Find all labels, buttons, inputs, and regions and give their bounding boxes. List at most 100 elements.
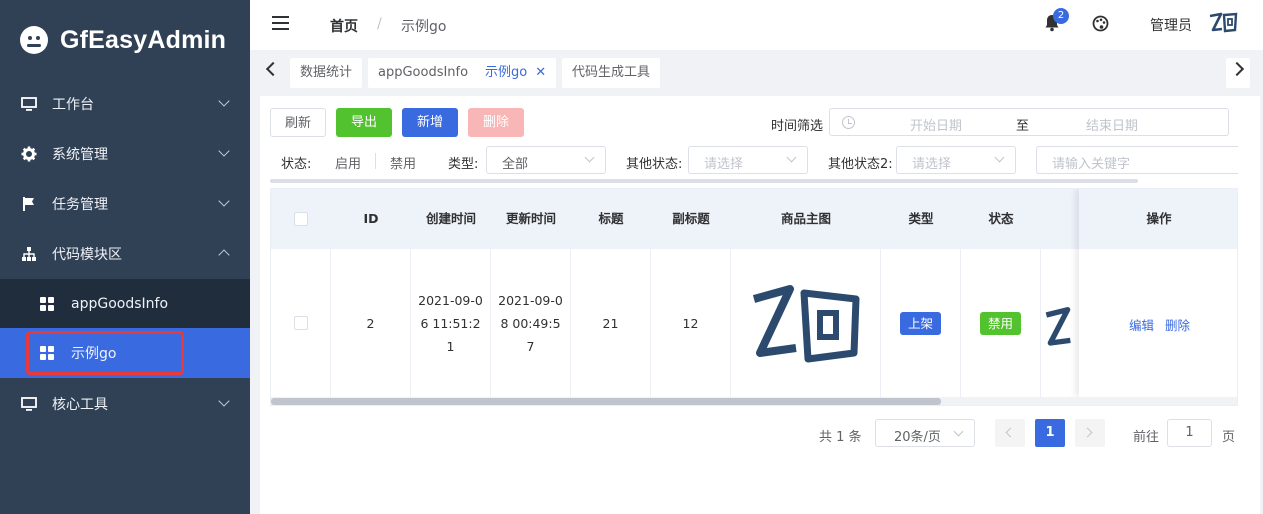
sidebar-item-label: 系统管理 bbox=[52, 147, 108, 163]
app-title: GfEasyAdmin bbox=[60, 25, 227, 54]
pagination-total: 共 1 条 bbox=[819, 430, 862, 445]
breadcrumb-home[interactable]: 首页 bbox=[330, 16, 358, 36]
keyword-placeholder: 请输入关键字 bbox=[1052, 157, 1131, 172]
row-checkbox[interactable] bbox=[293, 316, 308, 330]
sidebar-item-workbench[interactable]: 工作台 bbox=[0, 79, 250, 129]
add-button[interactable]: 新增 bbox=[402, 108, 458, 137]
export-button[interactable]: 导出 bbox=[336, 108, 392, 137]
cell-created-text: 2021-09-06 11:51:21 bbox=[418, 292, 483, 354]
select-all-cell bbox=[271, 189, 331, 249]
highlight-outline bbox=[26, 331, 184, 375]
tags-view-bar: 数据统计 appGoodsInfo 示例go ✕ 代码生成工具 bbox=[250, 50, 1263, 96]
sidebar-item-code-module[interactable]: 代码模块区 bbox=[0, 229, 250, 279]
next-page-button[interactable] bbox=[1075, 419, 1105, 447]
breadcrumb-separator: / bbox=[377, 16, 382, 32]
fixed-actions-column: 操作 编辑 删除 bbox=[1079, 189, 1237, 397]
cell-updated: 2021-09-08 00:49:57 bbox=[491, 249, 571, 397]
product-image-partial-icon bbox=[1045, 307, 1071, 346]
date-range-picker[interactable]: 开始日期 至 结束日期 bbox=[829, 108, 1229, 136]
chevron-down-icon bbox=[786, 152, 797, 163]
chevron-down-icon bbox=[994, 152, 1005, 163]
user-name[interactable]: 管理员 bbox=[1150, 15, 1192, 35]
status-disabled-option[interactable]: 禁用 bbox=[390, 153, 416, 172]
clock-icon bbox=[842, 116, 855, 129]
monitor-icon bbox=[21, 397, 37, 411]
close-icon[interactable]: ✕ bbox=[535, 65, 546, 80]
logo[interactable]: GfEasyAdmin bbox=[20, 20, 226, 60]
column-header-title[interactable]: 标题 bbox=[571, 189, 651, 249]
chevron-down-icon bbox=[584, 152, 595, 163]
main-card: 刷新 导出 新增 删除 时间筛选 开始日期 至 结束日期 状态: 启用 禁用 类… bbox=[260, 96, 1260, 514]
notification-badge: 2 bbox=[1053, 8, 1069, 24]
menu-toggle-icon[interactable] bbox=[272, 16, 289, 30]
monitor-icon bbox=[21, 97, 37, 111]
column-header-updated[interactable]: 更新时间 bbox=[491, 189, 571, 249]
tab-example-go[interactable]: 示例go ✕ bbox=[475, 58, 557, 88]
tab-label: 代码生成工具 bbox=[572, 65, 651, 80]
type-select[interactable]: 全部 bbox=[486, 146, 606, 174]
delete-button[interactable]: 删除 bbox=[468, 108, 524, 137]
edit-link[interactable]: 编辑 bbox=[1129, 315, 1154, 334]
page-size-select[interactable]: 20条/页 bbox=[875, 419, 975, 447]
range-separator: 至 bbox=[1016, 119, 1030, 134]
time-filter-label: 时间筛选 bbox=[771, 119, 824, 134]
status-tag[interactable]: 禁用 bbox=[979, 311, 1021, 335]
end-date-input[interactable]: 结束日期 bbox=[1086, 115, 1138, 134]
chevron-down-icon bbox=[953, 426, 964, 437]
cell-updated-text: 2021-09-08 00:49:57 bbox=[498, 292, 563, 354]
other-status-placeholder: 请选择 bbox=[704, 157, 744, 172]
gear-icon bbox=[21, 146, 37, 162]
status-enabled-option[interactable]: 启用 bbox=[335, 153, 361, 172]
keyword-search-input[interactable]: 请输入关键字 bbox=[1036, 146, 1238, 174]
delete-link[interactable]: 删除 bbox=[1165, 315, 1190, 334]
chevron-down-icon bbox=[218, 395, 230, 407]
page-number-current[interactable]: 1 bbox=[1035, 419, 1065, 447]
filter-scrollbar[interactable] bbox=[270, 179, 1138, 183]
cell-id: 2 bbox=[331, 249, 411, 397]
column-header-subtitle[interactable]: 副标题 bbox=[651, 189, 731, 249]
sidebar-item-core-tools[interactable]: 核心工具 bbox=[0, 379, 250, 429]
type-tag: 上架 bbox=[899, 311, 941, 335]
top-header: 首页 / 示例go 2 管理员 bbox=[250, 0, 1263, 50]
other-status2-select[interactable]: 请选择 bbox=[896, 146, 1016, 174]
chevron-up-icon bbox=[218, 249, 230, 261]
tab-appgoodsinfo[interactable]: appGoodsInfo bbox=[368, 58, 479, 88]
avatar[interactable] bbox=[1208, 11, 1238, 35]
table-row-select-cell bbox=[271, 249, 331, 397]
table-horizontal-scrollbar[interactable] bbox=[271, 397, 1237, 405]
sidebar-item-tasks[interactable]: 任务管理 bbox=[0, 179, 250, 229]
column-header-status[interactable]: 状态 bbox=[961, 189, 1041, 249]
sidebar-item-label: 任务管理 bbox=[52, 197, 108, 213]
tab-code-gen[interactable]: 代码生成工具 bbox=[562, 58, 661, 88]
chevron-down-icon bbox=[218, 195, 230, 207]
chevron-down-icon bbox=[218, 95, 230, 107]
type-select-value: 全部 bbox=[502, 157, 529, 172]
column-header-created[interactable]: 创建时间 bbox=[411, 189, 491, 249]
column-header-id[interactable]: ID bbox=[331, 189, 411, 249]
app-root: GfEasyAdmin 工作台 系统管理 任务管理 代码模块区 appGoods… bbox=[0, 0, 1263, 514]
chevron-right-icon bbox=[1082, 427, 1093, 438]
sidebar-item-label: 工作台 bbox=[52, 97, 94, 113]
chevron-left-icon bbox=[1005, 427, 1016, 438]
column-header-type[interactable]: 类型 bbox=[881, 189, 961, 249]
status-filter-label: 状态: bbox=[281, 157, 312, 172]
start-date-input[interactable]: 开始日期 bbox=[910, 115, 962, 134]
other-status-select[interactable]: 请选择 bbox=[688, 146, 808, 174]
scrollbar-thumb[interactable] bbox=[271, 398, 941, 405]
sidebar-item-label: 代码模块区 bbox=[52, 247, 122, 263]
sidebar-item-system[interactable]: 系统管理 bbox=[0, 129, 250, 179]
select-all-checkbox[interactable] bbox=[294, 212, 308, 226]
goto-page-input[interactable]: 1 bbox=[1167, 419, 1212, 447]
column-header-image[interactable]: 商品主图 bbox=[731, 189, 881, 249]
prev-page-button[interactable] bbox=[995, 419, 1025, 447]
other-status-label: 其他状态: bbox=[626, 157, 683, 172]
tab-data-stats[interactable]: 数据统计 bbox=[290, 58, 363, 88]
product-image-zd-logo[interactable] bbox=[746, 281, 866, 365]
divider bbox=[375, 153, 376, 169]
tab-label: 示例go bbox=[485, 65, 528, 80]
refresh-button[interactable]: 刷新 bbox=[270, 108, 326, 137]
sidebar-subitem-appgoodsinfo[interactable]: appGoodsInfo bbox=[0, 279, 250, 329]
theme-palette-icon[interactable] bbox=[1092, 15, 1109, 32]
chevron-down-icon bbox=[218, 145, 230, 157]
cell-title: 21 bbox=[571, 249, 651, 397]
